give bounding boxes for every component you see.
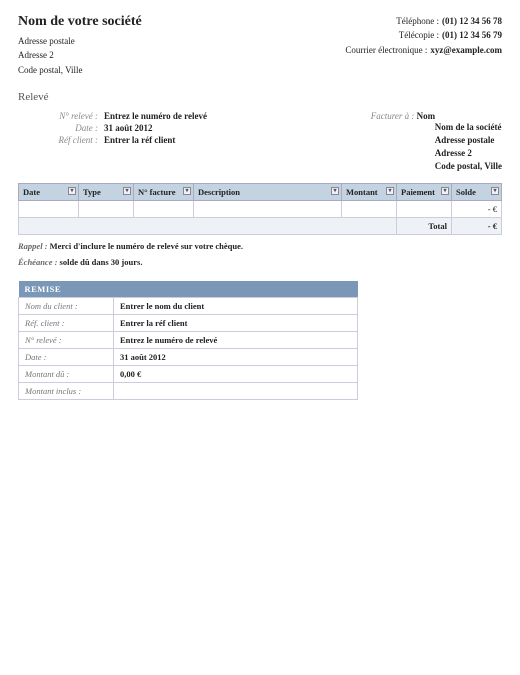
cell-payment [397, 201, 452, 218]
col-amount-label: Montant [346, 187, 378, 197]
remise-table: REMISE Nom du client :Entrer le nom du c… [18, 281, 358, 400]
remise-date-value: 31 août 2012 [114, 349, 358, 366]
company-name: Nom de votre société [18, 14, 142, 30]
section-title: Relevé [18, 91, 502, 103]
col-invoice-label: N° facture [138, 187, 175, 197]
reminder-note: Rappel : Merci d'inclure le numéro de re… [18, 241, 502, 251]
remise-client-name-value: Entrer le nom du client [114, 298, 358, 315]
remise-amount-incl-label: Montant inclus : [19, 383, 114, 400]
remise-row: Montant dû :0,00 € [19, 366, 358, 383]
remise-client-ref-value: Entrer la réf client [114, 315, 358, 332]
cell-description [194, 201, 342, 218]
cell-balance: - € [452, 201, 502, 218]
company-address1: Adresse postale [18, 34, 142, 48]
fax-value: (01) 12 34 56 79 [442, 30, 502, 40]
statement-table: Date ▾ Type ▾ N° facture ▾ Description ▾ Mon… [18, 183, 502, 235]
col-date[interactable]: Date ▾ [19, 184, 79, 201]
remise-date-label: Date : [19, 349, 114, 366]
contact-block: Téléphone :(01) 12 34 56 78 Télécopie :(… [345, 14, 502, 77]
filter-icon[interactable]: ▾ [386, 187, 394, 195]
remise-block: REMISE Nom du client :Entrer le nom du c… [18, 281, 358, 400]
billto-company: Nom de la société [435, 121, 502, 134]
meta-date-label: Date : [36, 123, 98, 133]
remise-statement-no-value: Entrez le numéro de relevé [114, 332, 358, 349]
filter-icon[interactable]: ▾ [491, 187, 499, 195]
custref-label: Réf client : [36, 135, 98, 145]
col-payment[interactable]: Paiement ▾ [397, 184, 452, 201]
total-row: Total - € [19, 218, 502, 235]
cell-date [19, 201, 79, 218]
meta-left: N° relevé : Entrez le numéro de relevé Da… [36, 111, 207, 173]
statement-no-value: Entrez le numéro de relevé [104, 111, 207, 121]
phone-value: (01) 12 34 56 78 [442, 16, 502, 26]
remise-title: REMISE [19, 281, 358, 298]
billto-label: Facturer à : [371, 111, 415, 121]
col-invoice[interactable]: N° facture ▾ [134, 184, 194, 201]
col-description-label: Description [198, 187, 240, 197]
col-description[interactable]: Description ▾ [194, 184, 342, 201]
total-spacer [19, 218, 397, 235]
filter-icon[interactable]: ▾ [331, 187, 339, 195]
remise-amount-incl-value [114, 383, 358, 400]
remise-client-ref-label: Réf. client : [19, 315, 114, 332]
remise-amount-due-value: 0,00 € [114, 366, 358, 383]
filter-icon[interactable]: ▾ [183, 187, 191, 195]
remise-row: Réf. client :Entrer la réf client [19, 315, 358, 332]
filter-icon[interactable]: ▾ [68, 187, 76, 195]
billto-cityzip: Code postal, Ville [435, 160, 502, 173]
col-payment-label: Paiement [401, 187, 435, 197]
remise-row: Date :31 août 2012 [19, 349, 358, 366]
remise-row: Nom du client :Entrer le nom du client [19, 298, 358, 315]
due-label: Échéance : [18, 257, 57, 267]
email-label: Courrier électronique : [345, 45, 427, 55]
col-balance-label: Solde [456, 187, 476, 197]
col-amount[interactable]: Montant ▾ [342, 184, 397, 201]
remise-client-name-label: Nom du client : [19, 298, 114, 315]
header: Nom de votre société Adresse postale Adr… [18, 14, 502, 77]
company-address2: Adresse 2 [18, 48, 142, 62]
company-cityzip: Code postal, Ville [18, 63, 142, 77]
cell-type [79, 201, 134, 218]
reminder-label: Rappel : [18, 241, 48, 251]
company-block: Nom de votre société Adresse postale Adr… [18, 14, 142, 77]
col-date-label: Date [23, 187, 40, 197]
meta-row: N° relevé : Entrez le numéro de relevé Da… [18, 111, 502, 173]
remise-row: N° relevé :Entrez le numéro de relevé [19, 332, 358, 349]
col-type-label: Type [83, 187, 101, 197]
email-value: xyz@example.com [430, 45, 502, 55]
table-header-row: Date ▾ Type ▾ N° facture ▾ Description ▾ Mon… [19, 184, 502, 201]
custref-value: Entrer la réf client [104, 135, 175, 145]
remise-row: Montant inclus : [19, 383, 358, 400]
total-label: Total [397, 218, 452, 235]
filter-icon[interactable]: ▾ [123, 187, 131, 195]
remise-amount-due-label: Montant dû : [19, 366, 114, 383]
cell-amount [342, 201, 397, 218]
cell-invoice [134, 201, 194, 218]
remise-statement-no-label: N° relevé : [19, 332, 114, 349]
due-note: Échéance : solde dû dans 30 jours. [18, 257, 502, 267]
statement-no-label: N° relevé : [36, 111, 98, 121]
meta-date-value: 31 août 2012 [104, 123, 153, 133]
total-value: - € [452, 218, 502, 235]
reminder-text: Merci d'inclure le numéro de relevé sur … [50, 241, 243, 251]
billto-addr1: Adresse postale [435, 134, 502, 147]
billto-addr2: Adresse 2 [435, 147, 502, 160]
filter-icon[interactable]: ▾ [441, 187, 449, 195]
col-balance[interactable]: Solde ▾ [452, 184, 502, 201]
meta-right: Facturer à : Nom Nom de la société Adres… [371, 111, 502, 173]
fax-label: Télécopie : [399, 30, 439, 40]
billto-name: Nom [417, 111, 436, 121]
table-row: - € [19, 201, 502, 218]
col-type[interactable]: Type ▾ [79, 184, 134, 201]
due-text: solde dû dans 30 jours. [60, 257, 143, 267]
phone-label: Téléphone : [396, 16, 439, 26]
